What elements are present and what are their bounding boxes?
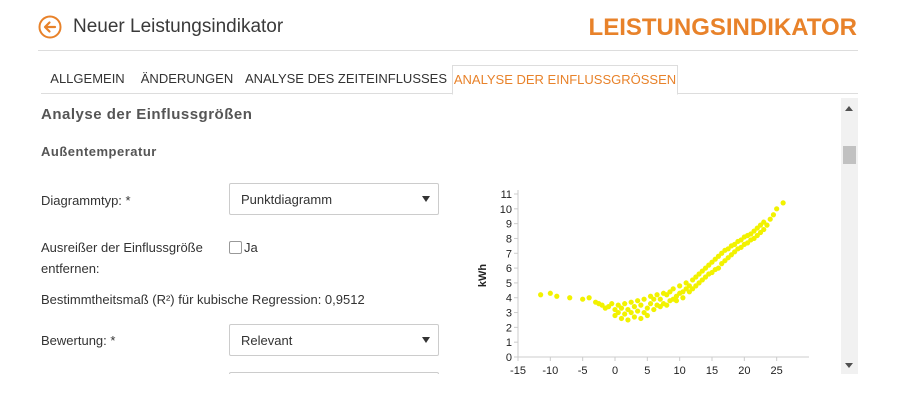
y-tick-label: 0 (506, 352, 512, 364)
y-tick-label: 6 (506, 263, 512, 275)
y-tick-label: 2 (506, 322, 512, 334)
data-point (567, 295, 573, 301)
data-point (622, 311, 628, 317)
main-content: Analyse der Einflussgrößen Außentemperat… (41, 96, 841, 374)
vertical-scrollbar[interactable] (841, 98, 858, 374)
data-point (641, 296, 647, 302)
next-select[interactable] (229, 372, 439, 374)
data-point (761, 226, 767, 233)
data-point (767, 216, 773, 222)
data-point (651, 296, 657, 302)
data-point (609, 301, 615, 307)
data-point (638, 302, 644, 308)
data-point (628, 309, 634, 316)
data-point (631, 314, 637, 320)
y-tick-label: 5 (506, 278, 512, 290)
header-divider (38, 50, 858, 51)
outlier-checkbox[interactable] (229, 241, 242, 254)
y-tick-label: 7 (506, 248, 512, 260)
back-arrow-circle-icon[interactable] (38, 15, 62, 39)
chevron-down-icon (422, 196, 430, 202)
data-point (680, 295, 686, 301)
outlier-label-line1: Ausreißer der Einflussgröße (41, 240, 203, 255)
scroll-up-arrow-icon[interactable] (845, 106, 853, 111)
data-point (644, 305, 650, 311)
data-point (638, 315, 644, 322)
data-point (631, 304, 637, 310)
data-point (770, 212, 777, 218)
data-point (644, 312, 650, 319)
subsection-title: Außentemperatur (41, 144, 157, 159)
data-point (774, 206, 780, 212)
data-point (635, 308, 641, 314)
scatter-chart: 0 1 2 3 4 5 6 7 8 9 10 11 -15 -10 -5 0 5 10 15 20 25 kWh (477, 189, 809, 374)
scroll-down-arrow-icon[interactable] (845, 363, 853, 368)
chart-type-select[interactable]: Punktdiagramm (229, 183, 439, 215)
y-tick-label: 4 (506, 293, 512, 305)
y-tick-label: 11 (501, 189, 512, 201)
outlier-checkbox-label: Ja (244, 240, 258, 255)
scroll-thumb[interactable] (843, 146, 856, 164)
x-tick-label: 15 (706, 365, 718, 374)
data-point (618, 305, 625, 311)
data-point (615, 309, 621, 316)
x-tick-label: 20 (738, 365, 750, 374)
brand-title: LEISTUNGSINDIKATOR (588, 14, 857, 41)
page-title: Neuer Leistungsindikator (73, 16, 284, 37)
data-point (625, 317, 631, 323)
tab-analyse-einflussgroessen[interactable]: ANALYSE DER EINFLUSSGRÖSSEN (452, 65, 678, 95)
x-tick-label: 10 (674, 365, 686, 374)
data-point (780, 200, 786, 206)
y-tick-label: 10 (500, 204, 512, 216)
data-point (538, 292, 544, 298)
y-tick-label: 9 (506, 219, 512, 231)
rating-select[interactable]: Relevant (229, 324, 439, 356)
rating-value: Relevant (241, 333, 293, 348)
y-tick-label: 8 (506, 233, 512, 245)
data-point (764, 222, 770, 228)
tab-allgemein[interactable]: ALLGEMEIN (41, 65, 134, 93)
section-title: Analyse der Einflussgrößen (41, 106, 253, 123)
y-axis-label: kWh (477, 264, 489, 288)
data-point (664, 302, 670, 308)
data-point (622, 301, 628, 307)
data-point (657, 296, 663, 302)
outlier-label-line2: entfernen: (41, 261, 100, 276)
rating-label: Bewertung: * (41, 333, 116, 348)
data-point (554, 293, 560, 299)
chart-type-label: Diagrammtyp: * (41, 193, 131, 208)
tab-bar: ALLGEMEIN ÄNDERUNGEN ANALYSE DES ZEITEIN… (41, 65, 858, 95)
x-tick-label: 0 (612, 365, 618, 374)
data-point (547, 290, 553, 296)
r2-text: Bestimmtheitsmaß (R²) für kubische Regre… (41, 292, 365, 307)
data-point (628, 299, 634, 305)
data-point (635, 298, 641, 304)
tab-analyse-zeiteinfluss[interactable]: ANALYSE DES ZEITEINFLUSSES (240, 65, 452, 93)
data-point (580, 296, 586, 302)
data-point (618, 315, 625, 322)
data-point (677, 283, 683, 289)
tab-aenderungen[interactable]: ÄNDERUNGEN (134, 65, 240, 93)
x-tick-label: 25 (771, 365, 783, 374)
data-point (715, 265, 722, 271)
x-tick-label: 5 (644, 365, 650, 374)
data-point (654, 292, 660, 298)
data-point (647, 301, 654, 307)
x-tick-label: -5 (578, 365, 588, 374)
data-point (586, 295, 592, 301)
chart-type-value: Punktdiagramm (241, 192, 333, 207)
data-point (673, 298, 680, 304)
chevron-down-icon (422, 337, 430, 343)
x-tick-label: -15 (510, 365, 526, 374)
y-tick-label: 3 (506, 308, 512, 320)
x-tick-label: -10 (542, 365, 558, 374)
y-tick-label: 1 (506, 337, 512, 349)
data-point (651, 306, 657, 313)
top-bar: Neuer Leistungsindikator LEISTUNGSINDIKA… (0, 0, 899, 52)
data-point (670, 286, 676, 292)
